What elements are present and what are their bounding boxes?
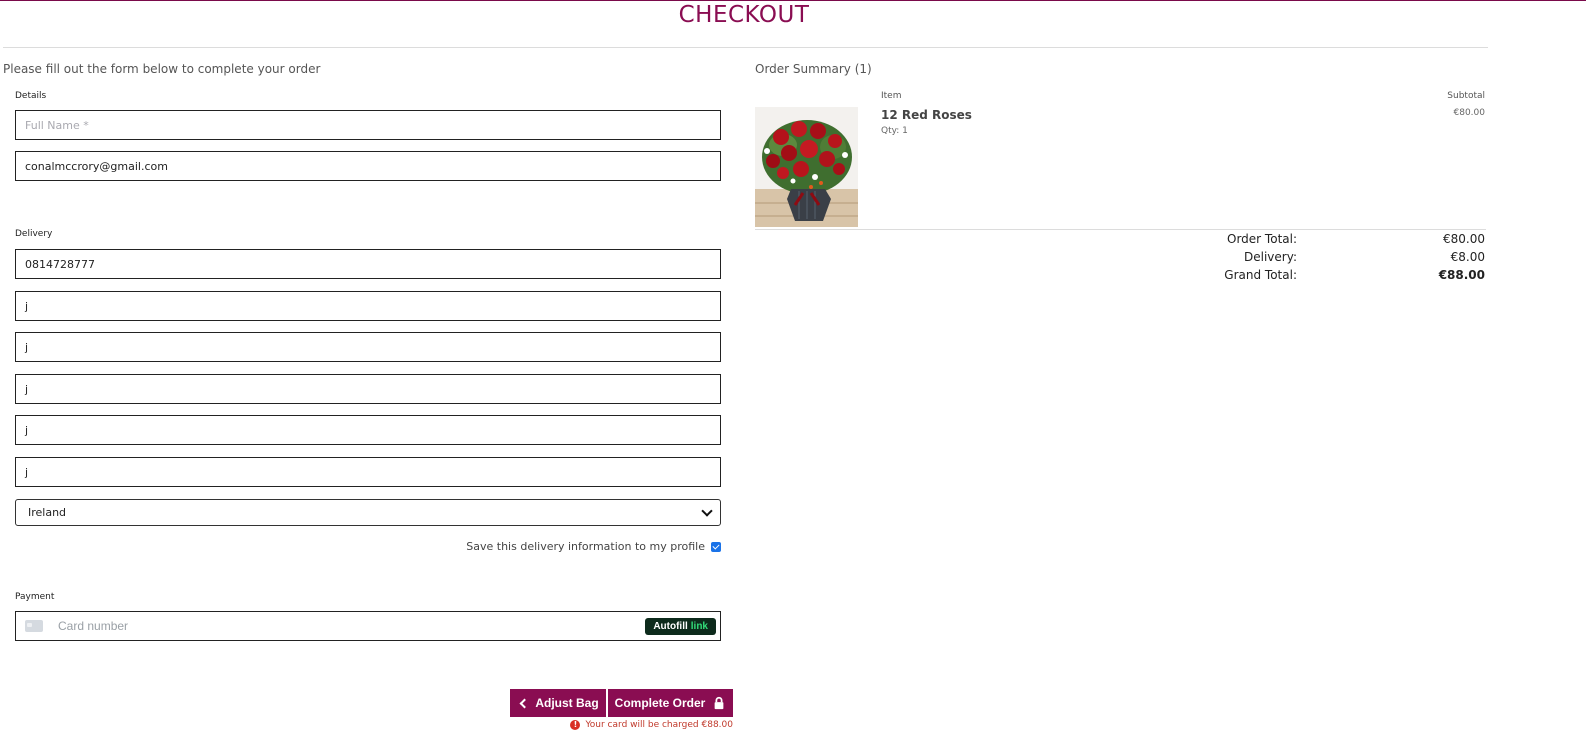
adjust-bag-label: Adjust Bag bbox=[535, 696, 599, 710]
adjust-bag-button[interactable]: Adjust Bag bbox=[510, 689, 606, 717]
country-select[interactable]: Ireland bbox=[15, 499, 721, 526]
lock-icon bbox=[714, 696, 724, 710]
chevron-down-icon bbox=[701, 504, 713, 517]
card-number-field[interactable]: Card number Autofill link bbox=[15, 611, 721, 641]
chevron-left-icon bbox=[519, 698, 530, 708]
autofill-link-text: link bbox=[690, 620, 708, 632]
page-title: CHECKOUT bbox=[678, 2, 810, 28]
credit-card-icon bbox=[25, 620, 43, 632]
item-subtotal: €80.00 bbox=[1453, 108, 1486, 118]
order-total-value: €80.00 bbox=[1443, 232, 1485, 246]
alert-icon: ! bbox=[570, 720, 581, 730]
country-select-value: Ireland bbox=[28, 506, 67, 519]
complete-order-button[interactable]: Complete Order bbox=[608, 689, 733, 717]
delivery-cost-label: Delivery: bbox=[1244, 250, 1297, 264]
charge-note-text: Your card will be charged €88.00 bbox=[585, 720, 733, 730]
delivery-label: Delivery bbox=[15, 229, 53, 239]
autofill-text: Autofill bbox=[653, 620, 688, 632]
item-name: 12 Red Roses bbox=[881, 108, 972, 122]
order-total-label: Order Total: bbox=[1227, 232, 1297, 246]
charge-note: ! Your card will be charged €88.00 bbox=[570, 720, 733, 730]
card-number-placeholder: Card number bbox=[58, 619, 129, 633]
save-info-checkbox[interactable] bbox=[711, 541, 721, 552]
save-info-row: Save this delivery information to my pro… bbox=[466, 540, 721, 553]
county-input[interactable]: j bbox=[15, 415, 721, 445]
town-city-input[interactable]: j bbox=[15, 374, 721, 404]
grand-total-label: Grand Total: bbox=[1224, 268, 1297, 282]
grand-total-value: €88.00 bbox=[1438, 268, 1485, 282]
order-summary-heading: Order Summary (1) bbox=[755, 62, 872, 76]
item-column-header: Item bbox=[881, 91, 902, 101]
phone-input[interactable]: 0814728777 bbox=[15, 249, 721, 279]
title-divider bbox=[3, 47, 1488, 48]
details-label: Details bbox=[15, 91, 47, 101]
product-image-red-roses[interactable] bbox=[755, 107, 858, 227]
street-address-1-input[interactable]: j bbox=[15, 291, 721, 321]
postcode-input[interactable]: j bbox=[15, 457, 721, 487]
summary-divider bbox=[755, 229, 1486, 230]
form-intro: Please fill out the form below to comple… bbox=[3, 62, 321, 76]
subtotal-column-header: Subtotal bbox=[1447, 91, 1485, 101]
street-address-2-input[interactable]: j bbox=[15, 332, 721, 362]
save-info-label: Save this delivery information to my pro… bbox=[466, 540, 705, 553]
delivery-cost-value: €8.00 bbox=[1450, 250, 1485, 264]
complete-order-label: Complete Order bbox=[614, 696, 706, 710]
full-name-input[interactable]: Full Name * bbox=[15, 110, 721, 140]
payment-label: Payment bbox=[15, 592, 55, 602]
email-input[interactable]: conalmccrory@gmail.com bbox=[15, 151, 721, 181]
item-qty: Qty: 1 bbox=[881, 126, 908, 136]
autofill-link-button[interactable]: Autofill link bbox=[645, 617, 716, 635]
top-border bbox=[0, 0, 1586, 1]
